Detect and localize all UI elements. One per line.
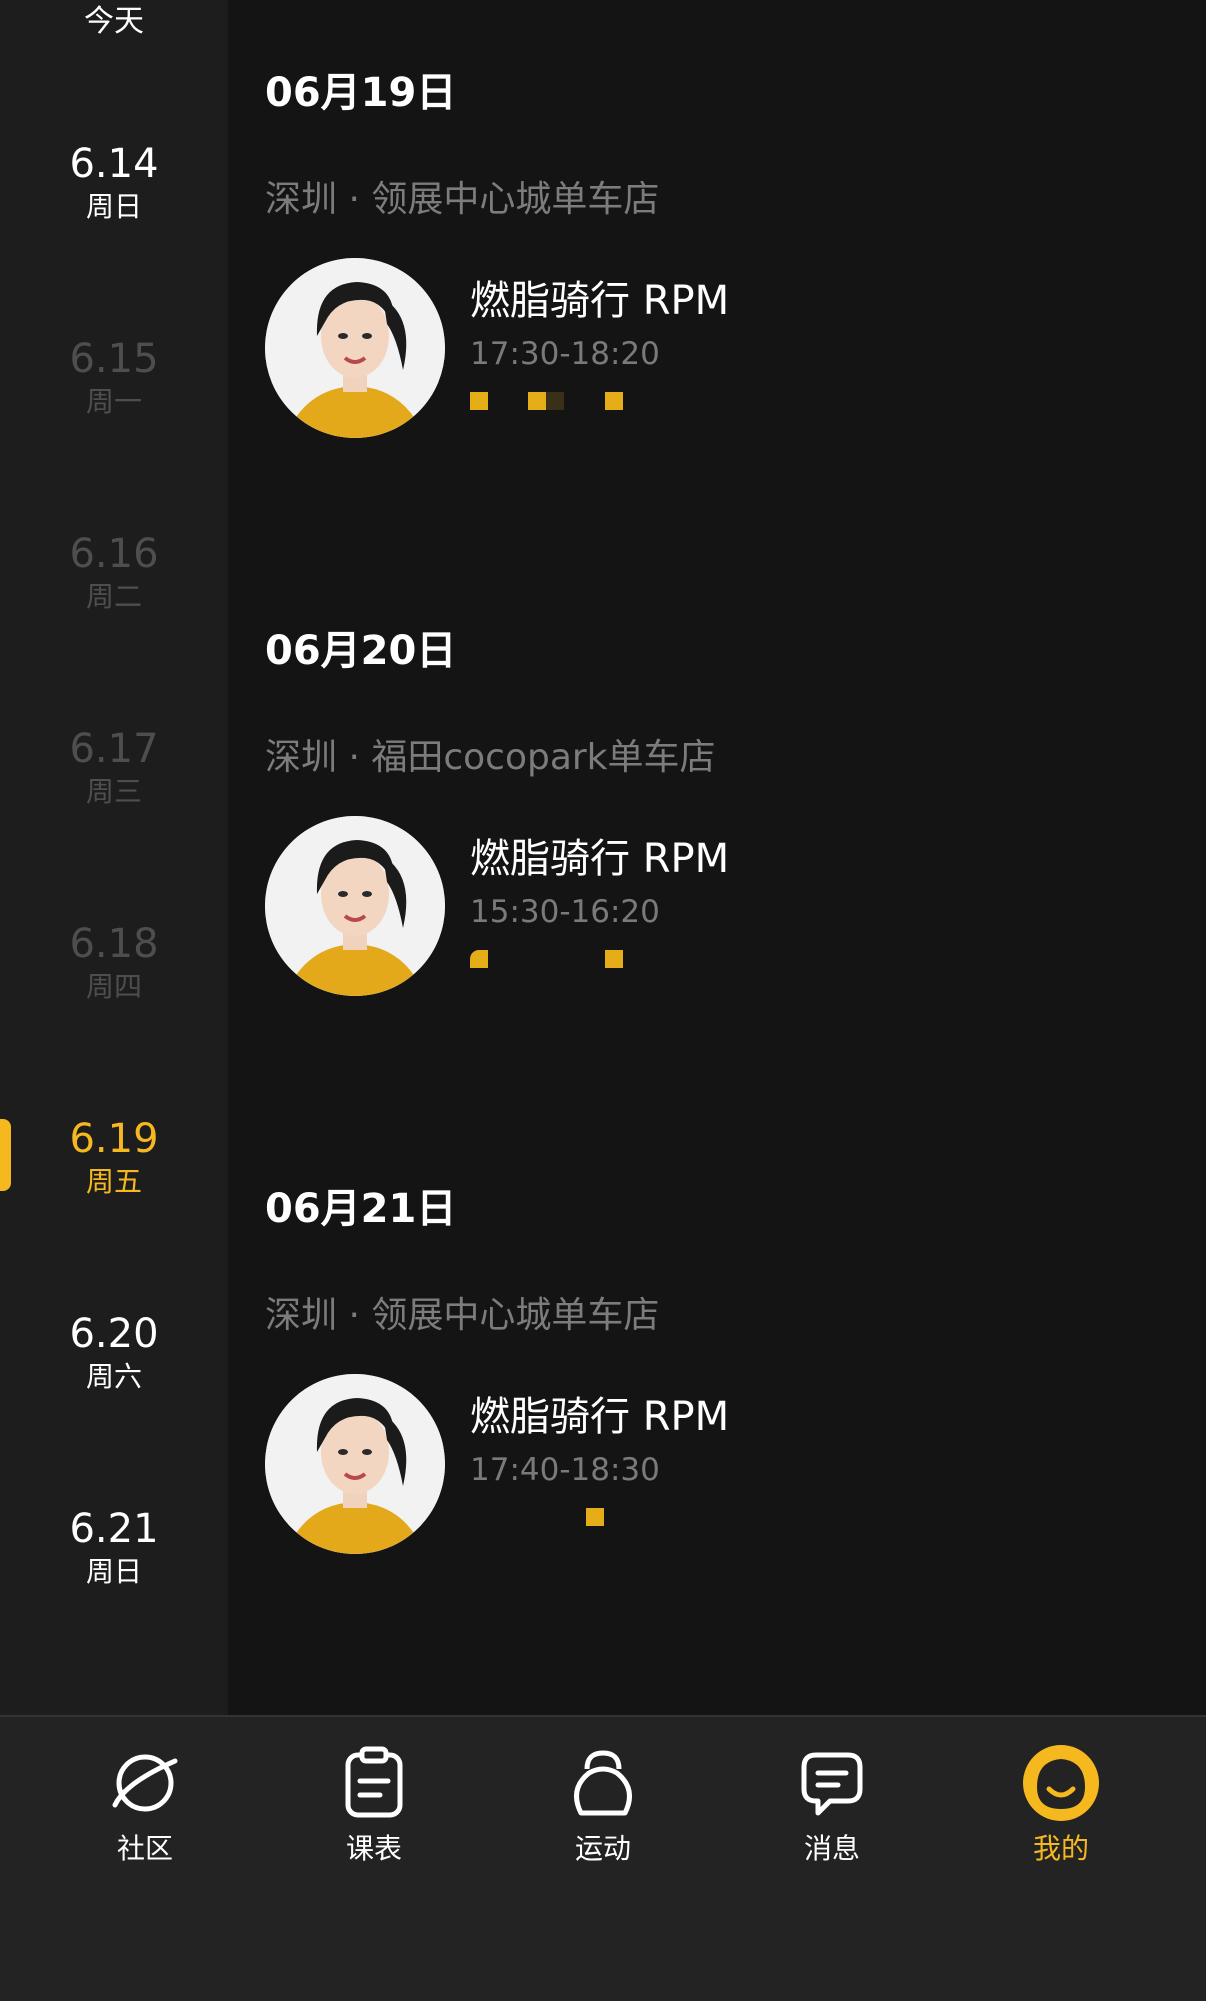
tab-label: 消息 (803, 1832, 860, 1865)
store-location: 深圳 · 领展中心城单车店 (265, 1295, 660, 1336)
date-item-6-15[interactable]: 6.15 周一 (0, 333, 228, 419)
tab-sport[interactable]: 运动 (533, 1743, 673, 1867)
day-title: 06月21日 (265, 1186, 457, 1232)
date-number: 6.14 (69, 141, 159, 187)
coach-photo-icon (265, 258, 445, 438)
chat-icon (801, 1752, 863, 1816)
date-number: 6.20 (69, 1311, 159, 1357)
day-section-0621: 06月21日 深圳 · 领展中心城单车店 燃脂骑行 RPM 17:40-18:3… (265, 1176, 1206, 1596)
date-item-6-20[interactable]: 6.20 周六 (0, 1308, 228, 1394)
weekday-label: 周日 (85, 190, 142, 223)
date-item-6-16[interactable]: 6.16 周二 (0, 528, 228, 614)
day-title: 06月19日 (265, 70, 457, 116)
profile-face-icon (1023, 1745, 1099, 1821)
date-item-6-18[interactable]: 6.18 周四 (0, 918, 228, 1004)
weekday-label: 周四 (85, 970, 142, 1003)
weekday-label: 周二 (85, 580, 142, 613)
coach-avatar[interactable] (265, 1374, 445, 1554)
coach-avatar[interactable] (265, 258, 445, 438)
tab-profile[interactable]: 我的 (991, 1743, 1131, 1867)
rating-dots (470, 1506, 640, 1528)
day-section-0620: 06月20日 深圳 · 福田cocopark单车店 燃脂骑行 RPM 15:30… (265, 618, 1206, 1038)
rating-dots (470, 948, 640, 970)
date-number: 6.17 (69, 726, 159, 772)
day-section-0619: 06月19日 深圳 · 领展中心城单车店 燃脂骑行 RPM 17:30-18:2… (265, 60, 1206, 480)
class-time: 17:40-18:30 (470, 1452, 660, 1488)
date-number: 6.15 (69, 336, 159, 382)
class-time: 15:30-16:20 (470, 894, 660, 930)
weekday-label: 周三 (85, 775, 142, 808)
rating-dots (470, 390, 640, 412)
date-sidebar: 今天 6.14 周日 6.15 周一 6.16 周二 6.17 周三 6.18 … (0, 0, 228, 1715)
planet-icon (112, 1754, 178, 1812)
tab-community[interactable]: 社区 (75, 1743, 215, 1867)
store-location: 深圳 · 福田cocopark单车店 (265, 737, 716, 778)
date-number: 6.19 (69, 1116, 159, 1162)
tab-label: 社区 (116, 1832, 173, 1865)
class-name[interactable]: 燃脂骑行 RPM (470, 1384, 729, 1442)
tab-label: 我的 (1032, 1832, 1089, 1865)
date-item-6-17[interactable]: 6.17 周三 (0, 723, 228, 809)
schedule-list: 06月19日 深圳 · 领展中心城单车店 燃脂骑行 RPM 17:30-18:2… (228, 0, 1206, 1715)
weekday-label: 周一 (85, 385, 142, 418)
day-title: 06月20日 (265, 628, 457, 674)
class-name[interactable]: 燃脂骑行 RPM (470, 268, 729, 326)
date-item-6-14[interactable]: 6.14 周日 (0, 138, 228, 224)
date-item-6-21[interactable]: 6.21 周日 (0, 1503, 228, 1589)
weekday-label: 周日 (85, 1555, 142, 1588)
date-number: 6.21 (69, 1506, 159, 1552)
coach-photo-icon (265, 1374, 445, 1554)
date-number: 6.16 (69, 531, 159, 577)
tab-label: 运动 (574, 1832, 631, 1865)
coach-avatar[interactable] (265, 816, 445, 996)
clipboard-icon (345, 1746, 403, 1818)
class-name[interactable]: 燃脂骑行 RPM (470, 826, 729, 884)
store-location: 深圳 · 领展中心城单车店 (265, 179, 660, 220)
tab-schedule[interactable]: 课表 (304, 1743, 444, 1867)
tab-messages[interactable]: 消息 (762, 1743, 902, 1867)
class-time: 17:30-18:20 (470, 336, 660, 372)
weekday-label: 周五 (85, 1165, 142, 1198)
date-item-6-19[interactable]: 6.19 周五 (0, 1113, 228, 1199)
tab-label: 课表 (345, 1832, 402, 1865)
today-label[interactable]: 今天 (0, 0, 228, 40)
kettlebell-icon (574, 1750, 632, 1816)
bottom-tab-bar: 社区 课表 运动 消息 我的 (0, 1715, 1206, 2001)
date-number: 6.18 (69, 921, 159, 967)
weekday-label: 周六 (85, 1360, 142, 1393)
coach-photo-icon (265, 816, 445, 996)
